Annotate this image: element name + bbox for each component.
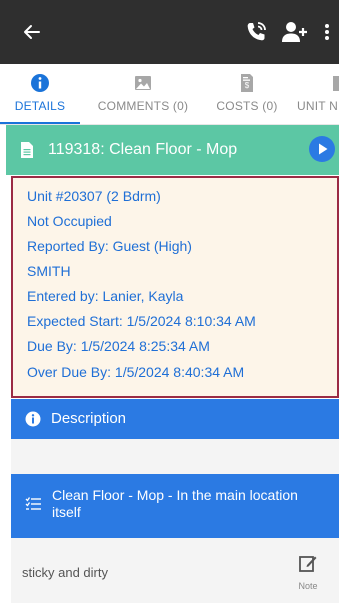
more-vertical-icon[interactable] — [322, 20, 332, 44]
svg-text:$: $ — [245, 81, 250, 90]
edit-note-icon — [299, 556, 317, 572]
unit-icon — [333, 76, 339, 91]
tab-label: COSTS (0) — [216, 99, 278, 113]
note-text: sticky and dirty — [22, 565, 108, 580]
description-body — [11, 439, 339, 474]
app-bar — [0, 0, 339, 64]
info-icon — [31, 74, 49, 92]
work-order-header: 119318: Clean Floor - Mop — [6, 125, 339, 175]
tab-label: COMMENTS (0) — [97, 99, 189, 113]
document-icon — [21, 142, 33, 158]
tab-label: UNIT N — [297, 99, 338, 113]
tab-bar: DETAILS COMMENTS (0) $ COSTS (0) UNIT N — [0, 64, 339, 125]
work-order-title: 119318: Clean Floor - Mop — [48, 141, 238, 158]
tab-comments[interactable]: COMMENTS (0) — [86, 64, 200, 124]
description-label: Description — [51, 410, 127, 427]
over-due-by: Over Due By: 1/5/2024 8:40:34 AM — [27, 364, 245, 380]
reporter-name: SMITH — [27, 263, 71, 279]
note-row: sticky and dirty Note — [11, 538, 339, 603]
app-screen: DETAILS COMMENTS (0) $ COSTS (0) UNIT N … — [0, 0, 339, 603]
note-button[interactable]: Note — [293, 554, 323, 594]
unit-info: Unit #20307 (2 Bdrm) — [27, 188, 161, 204]
task-label: Clean Floor - Mop - In the main location… — [52, 487, 298, 520]
tab-costs[interactable]: $ COSTS (0) — [207, 64, 287, 124]
entered-by: Entered by: Lanier, Kayla — [27, 288, 184, 304]
active-tab-indicator — [0, 122, 80, 124]
work-order-details: Unit #20307 (2 Bdrm) Not Occupied Report… — [11, 176, 339, 398]
play-icon[interactable] — [308, 135, 336, 163]
add-user-icon[interactable] — [281, 20, 307, 44]
task-header[interactable]: Clean Floor - Mop - In the main location… — [11, 474, 339, 538]
tab-label: DETAILS — [14, 99, 66, 113]
info-icon — [25, 411, 41, 427]
occupancy-status: Not Occupied — [27, 213, 112, 229]
tab-details[interactable]: DETAILS — [0, 64, 80, 124]
checklist-icon — [25, 497, 41, 510]
arrow-left-icon[interactable] — [22, 22, 42, 42]
image-icon — [135, 76, 151, 90]
phone-icon[interactable] — [244, 20, 268, 44]
description-header[interactable]: Description — [11, 399, 339, 439]
reported-by: Reported By: Guest (High) — [27, 238, 192, 254]
note-button-label: Note — [298, 581, 318, 591]
tab-unit[interactable]: UNIT N — [293, 64, 339, 124]
invoice-icon: $ — [241, 74, 253, 92]
left-margin — [0, 125, 11, 603]
expected-start: Expected Start: 1/5/2024 8:10:34 AM — [27, 313, 256, 329]
due-by: Due By: 1/5/2024 8:25:34 AM — [27, 338, 210, 354]
